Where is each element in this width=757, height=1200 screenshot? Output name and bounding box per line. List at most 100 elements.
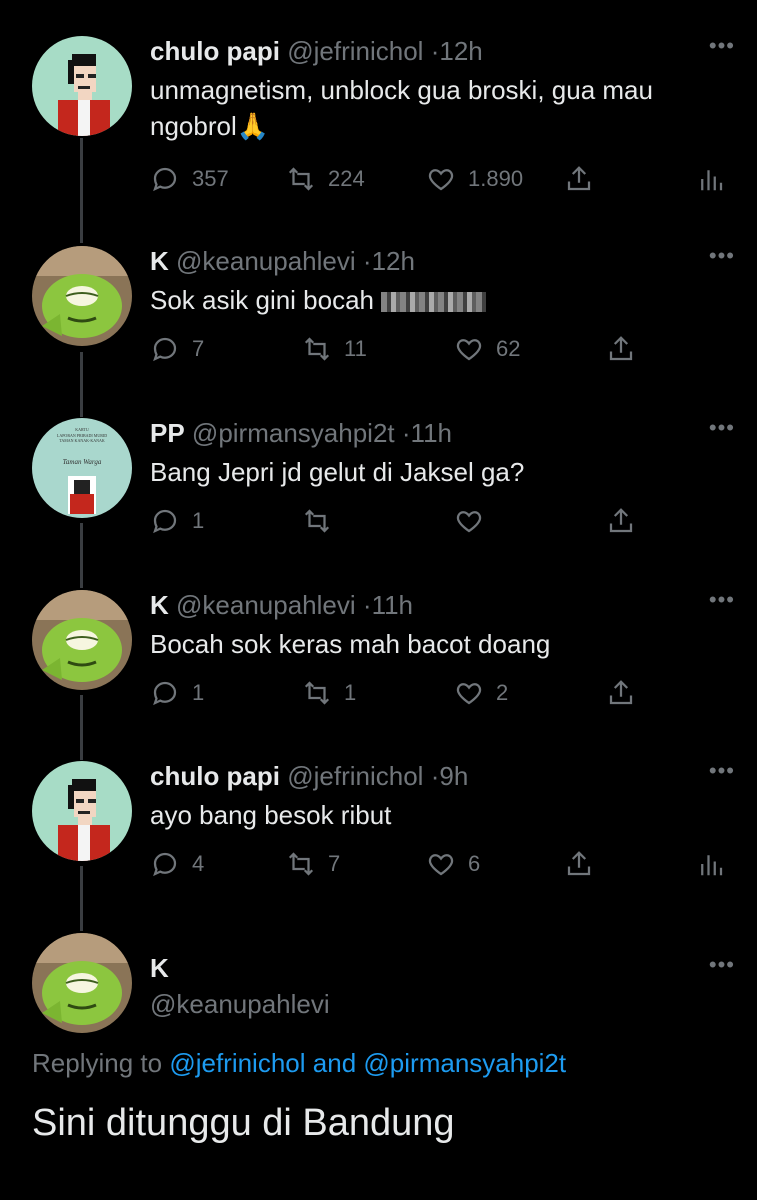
analytics-button[interactable] xyxy=(696,164,726,194)
mention-link[interactable]: @pirmansyahpi2t xyxy=(363,1048,566,1078)
main-tweet-text: Sini ditunggu di Bandung xyxy=(32,1102,455,1144)
share-button[interactable] xyxy=(606,678,636,708)
reply-button[interactable]: 357 xyxy=(150,164,229,194)
main-tweet-handle: @keanupahlevi xyxy=(150,989,330,1019)
thread-line xyxy=(80,695,83,760)
retweet-button[interactable] xyxy=(302,506,332,536)
display-name[interactable]: chulo papi xyxy=(150,761,280,791)
like-button[interactable]: 6 xyxy=(426,849,480,879)
retweet-icon xyxy=(304,337,330,361)
user-handle[interactable]: @keanupahlevi xyxy=(150,989,330,1019)
tweet-actions: 7 11 62 xyxy=(150,334,750,368)
display-name[interactable]: K xyxy=(150,246,169,276)
user-handle[interactable]: @keanupahlevi xyxy=(176,246,356,276)
censored-word xyxy=(381,292,487,313)
share-button[interactable] xyxy=(564,849,594,879)
analytics-button[interactable] xyxy=(696,849,726,879)
share-button[interactable] xyxy=(606,506,636,536)
tweet-actions: 4 7 6 xyxy=(150,849,750,883)
reply-button[interactable]: 4 xyxy=(150,849,204,879)
tweet-text: Sok asik gini bocah xyxy=(150,282,740,318)
tweet-actions: 1 xyxy=(150,506,750,540)
tweet-text: Bang Jepri jd gelut di Jaksel ga? xyxy=(150,457,525,487)
retweet-button[interactable]: 1 xyxy=(302,678,356,708)
thread-line xyxy=(80,523,83,588)
thread-line xyxy=(80,352,83,417)
pixel-person-avatar[interactable] xyxy=(32,36,132,136)
more-options-icon[interactable]: ••• xyxy=(709,417,735,439)
user-handle[interactable]: @jefrinichol xyxy=(287,761,423,791)
member-card-avatar[interactable]: KARTU LAPORAN PRIBADI MURID TAMAN KANAK-… xyxy=(32,418,132,518)
retweet-button[interactable]: 224 xyxy=(286,164,365,194)
heart-icon xyxy=(456,339,482,361)
display-name[interactable]: K xyxy=(150,953,169,983)
retweet-button[interactable]: 11 xyxy=(302,334,367,364)
reply-count: 7 xyxy=(192,336,205,361)
user-handle[interactable]: @keanupahlevi xyxy=(176,590,356,620)
more-options-icon[interactable]: ••• xyxy=(709,245,735,267)
like-button[interactable]: 62 xyxy=(454,334,520,364)
share-icon xyxy=(567,166,591,191)
retweet-icon xyxy=(288,167,314,191)
reply-button[interactable]: 1 xyxy=(150,506,204,536)
like-count: 62 xyxy=(496,336,521,361)
user-handle[interactable]: @jefrinichol xyxy=(287,36,423,66)
share-icon xyxy=(609,680,633,705)
tweet-header: chulo papi @jefrinichol ·9h xyxy=(150,761,468,791)
more-options-icon[interactable]: ••• xyxy=(709,35,735,57)
analytics-icon xyxy=(701,170,723,191)
card-title: KARTU xyxy=(75,427,89,432)
reply-count: 1 xyxy=(192,680,205,705)
display-name[interactable]: K xyxy=(150,590,169,620)
share-icon xyxy=(609,508,633,533)
retweet-icon xyxy=(304,509,330,533)
main-tweet-name: K xyxy=(150,953,169,983)
reply-count: 357 xyxy=(192,166,229,191)
tweet-header: K @keanupahlevi ·12h xyxy=(150,246,415,276)
timestamp[interactable]: 9h xyxy=(439,761,468,791)
reply-icon xyxy=(153,852,177,877)
retweet-count: 11 xyxy=(344,336,367,361)
retweet-icon xyxy=(304,681,330,705)
timestamp[interactable]: 12h xyxy=(372,246,415,276)
more-options-icon[interactable]: ••• xyxy=(709,760,735,782)
reply-button[interactable]: 1 xyxy=(150,678,204,708)
green-monster-avatar[interactable] xyxy=(32,590,132,690)
share-icon xyxy=(609,336,633,361)
user-handle[interactable]: @pirmansyahpi2t xyxy=(192,418,395,448)
timestamp[interactable]: 11h xyxy=(372,590,413,620)
timestamp[interactable]: 12h xyxy=(439,36,482,66)
timestamp[interactable]: 11h xyxy=(411,418,452,448)
green-monster-avatar[interactable] xyxy=(32,933,132,1033)
separator: · xyxy=(401,418,411,448)
like-count: 6 xyxy=(468,851,481,876)
tweet-text-body: Sok asik gini bocah xyxy=(150,285,375,315)
tweet-text-body: unmagnetism, unblock gua broski, gua mau… xyxy=(150,75,653,141)
display-name[interactable]: PP xyxy=(150,418,185,448)
more-options-icon[interactable]: ••• xyxy=(709,954,735,976)
praying-hands-emoji: 🙏 xyxy=(236,111,270,141)
card-subtitle-2: TAMAN KANAK-KANAK xyxy=(59,438,105,443)
like-button[interactable] xyxy=(454,506,484,536)
pixel-person-avatar[interactable] xyxy=(32,761,132,861)
like-button[interactable]: 1.890 xyxy=(426,164,523,194)
reply-icon xyxy=(153,337,177,362)
green-monster-avatar[interactable] xyxy=(32,246,132,346)
share-button[interactable] xyxy=(564,164,594,194)
like-button[interactable]: 2 xyxy=(454,678,508,708)
reply-icon xyxy=(153,509,177,534)
retweet-button[interactable]: 7 xyxy=(286,849,340,879)
reply-icon xyxy=(153,167,177,192)
tweet-header: chulo papi @jefrinichol ·12h xyxy=(150,36,483,66)
and-label: and xyxy=(312,1048,357,1078)
heart-icon xyxy=(428,854,454,876)
mention-link[interactable]: @jefrinichol xyxy=(169,1048,305,1078)
thread-line xyxy=(80,866,83,931)
card-signature: Taman Warga xyxy=(63,458,102,466)
display-name[interactable]: chulo papi xyxy=(150,36,280,66)
analytics-icon xyxy=(701,855,723,876)
retweet-icon xyxy=(288,852,314,876)
reply-button[interactable]: 7 xyxy=(150,334,204,364)
more-options-icon[interactable]: ••• xyxy=(709,589,735,611)
share-button[interactable] xyxy=(606,334,636,364)
